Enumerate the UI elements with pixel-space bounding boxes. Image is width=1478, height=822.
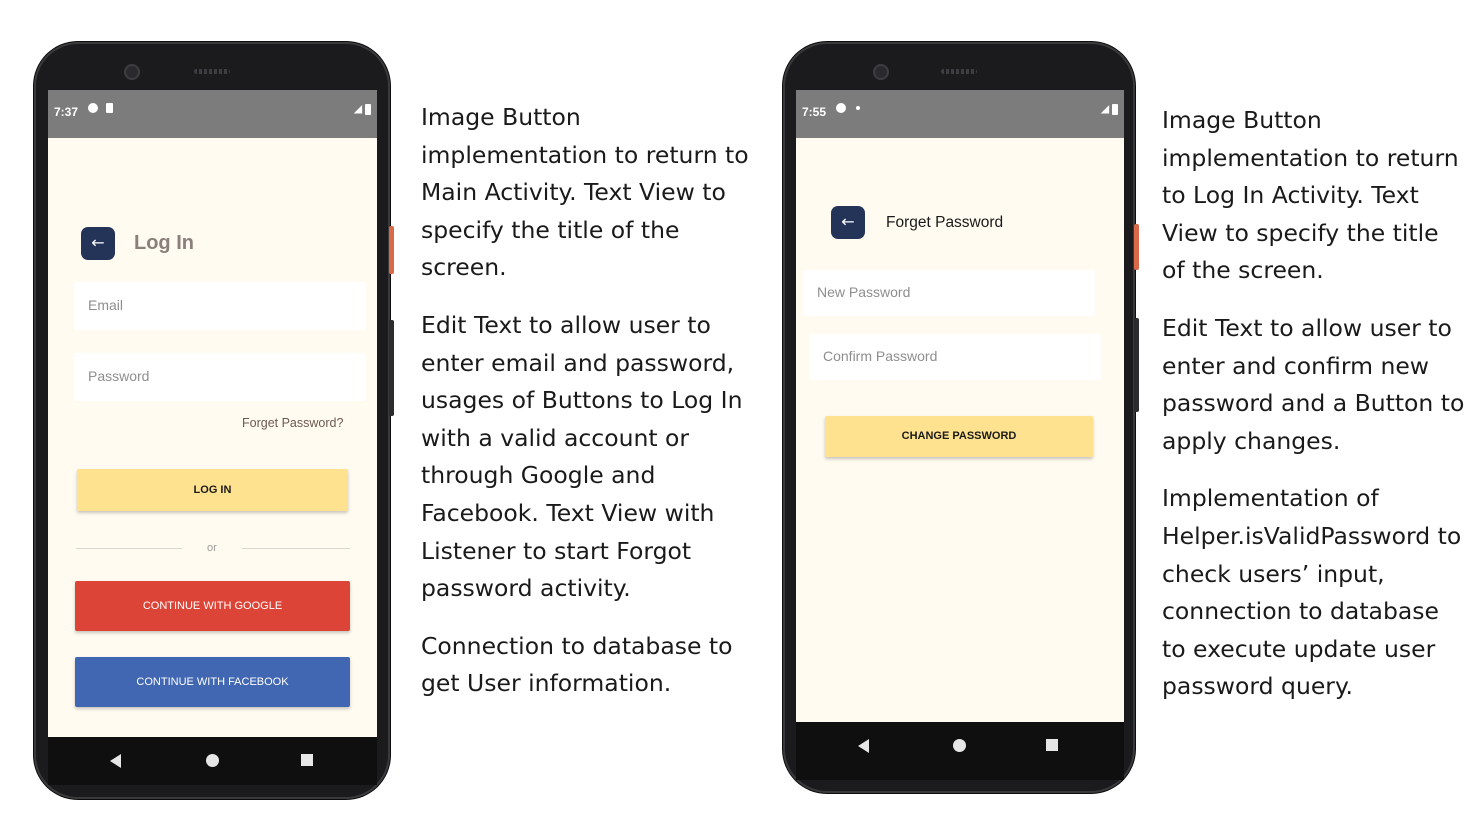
nav-home-icon[interactable] — [953, 739, 966, 752]
nav-back-icon[interactable] — [110, 754, 121, 768]
left-description: Image Button implementation to return to… — [421, 99, 751, 723]
status-bar: 7:55 ◢ — [796, 90, 1124, 138]
status-time: 7:55 — [802, 105, 827, 119]
power-button — [1134, 224, 1139, 270]
right-description: Image Button implementation to return to… — [1162, 102, 1468, 726]
page-title: Log In — [134, 232, 194, 254]
forget-password-link[interactable]: Forget Password? — [242, 416, 343, 430]
email-field[interactable]: Email — [74, 282, 366, 330]
right-phone-frame: 7:55 ◢ ← Forget Password New Password Co… — [783, 42, 1139, 793]
front-camera-icon — [124, 64, 140, 80]
signal-icon: ◢ — [354, 104, 362, 115]
speaker-grille — [194, 69, 230, 74]
status-bar: 7:37 ◢ — [48, 90, 377, 138]
facebook-button[interactable]: CONTINUE WITH FACEBOOK — [75, 657, 350, 707]
nav-bar — [48, 737, 377, 785]
more-notifications-icon — [856, 106, 860, 110]
description-paragraph: Edit Text to allow user to enter and con… — [1162, 313, 1465, 455]
login-button[interactable]: LOG IN — [77, 469, 348, 511]
back-button[interactable]: ← — [831, 206, 865, 239]
change-password-button[interactable]: CHANGE PASSWORD — [825, 416, 1093, 457]
battery-icon — [1112, 104, 1118, 115]
description-paragraph: Image Button implementation to return to… — [421, 103, 749, 282]
battery-icon — [365, 104, 371, 115]
notification-icon — [88, 103, 98, 113]
description-paragraph: Implementation of Helper.isValidPassword… — [1162, 484, 1462, 701]
right-screen: 7:55 ◢ ← Forget Password New Password Co… — [796, 90, 1124, 780]
description-paragraph: Edit Text to allow user to enter email a… — [421, 310, 743, 603]
nav-bar — [796, 722, 1124, 780]
divider-right — [242, 548, 350, 549]
description-paragraph: Connection to database to get User infor… — [421, 631, 733, 698]
arrow-left-icon: ← — [91, 233, 105, 252]
nav-recents-icon[interactable] — [1046, 739, 1058, 751]
divider-left — [76, 548, 182, 549]
notification-icon — [836, 103, 846, 113]
divider-text: or — [207, 542, 217, 554]
volume-button — [1134, 318, 1139, 412]
left-screen: 7:37 ◢ ← Log In Email Password Forget Pa… — [48, 90, 377, 785]
sd-card-icon — [106, 103, 113, 113]
description-paragraph: Image Button implementation to return to… — [1162, 106, 1459, 285]
status-time: 7:37 — [54, 105, 79, 119]
nav-back-icon[interactable] — [858, 739, 869, 753]
back-button[interactable]: ← — [81, 227, 115, 260]
volume-button — [389, 320, 394, 416]
confirm-password-field[interactable]: Confirm Password — [809, 334, 1101, 380]
arrow-left-icon: ← — [841, 212, 855, 231]
password-field[interactable]: Password — [74, 353, 366, 401]
page-title: Forget Password — [886, 214, 1004, 231]
nav-recents-icon[interactable] — [301, 754, 313, 766]
power-button — [389, 226, 394, 274]
nav-home-icon[interactable] — [206, 754, 219, 767]
front-camera-icon — [873, 64, 889, 80]
speaker-grille — [941, 69, 977, 74]
left-phone-frame: 7:37 ◢ ← Log In Email Password Forget Pa… — [34, 42, 394, 799]
signal-icon: ◢ — [1101, 104, 1109, 115]
google-button[interactable]: CONTINUE WITH GOOGLE — [75, 581, 350, 631]
new-password-field[interactable]: New Password — [803, 270, 1095, 316]
